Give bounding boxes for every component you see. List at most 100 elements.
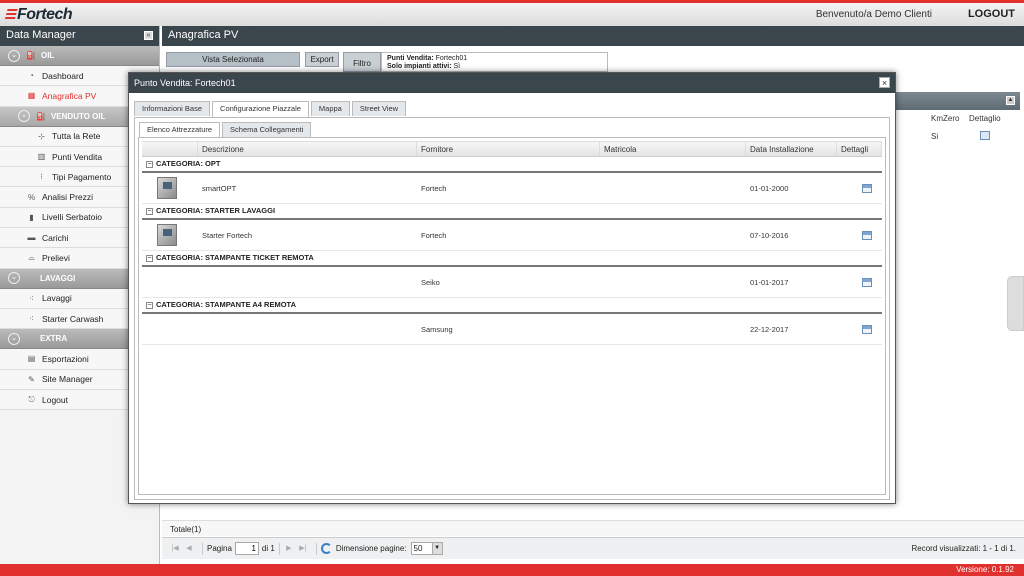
tab-schema-collegamenti[interactable]: Schema Collegamenti [222,122,312,137]
dialog-title: Punto Vendita: Fortech01 × [129,73,895,93]
tab-elenco-attrezzature[interactable]: Elenco Attrezzature [139,122,221,138]
column-header-data-installazione[interactable]: Data Installazione [746,142,837,156]
collapse-group-icon[interactable]: − [146,207,153,215]
expand-icon[interactable]: ▲ [1006,96,1015,105]
group-label: VENDUTO OIL [50,111,106,121]
divider [202,542,203,555]
kmzero-cell: Si [931,132,939,141]
tab-informazioni-base[interactable]: Informazioni Base [134,101,211,116]
building-icon: ▥ [37,152,46,162]
divider [315,542,317,555]
next-page-icon[interactable]: ▶ [284,544,294,554]
collapse-group-icon[interactable]: − [146,160,153,168]
dettagli-cell [837,183,882,193]
page-number-input[interactable] [234,542,259,555]
punto-vendita-dialog: Punto Vendita: Fortech01 × Informazioni … [128,72,896,504]
column-header-descrizione[interactable]: Descrizione [198,142,417,156]
export-icon: ▤ [27,354,36,364]
column-header-fornitore[interactable]: Fornitore [417,142,600,156]
group-label: EXTRA [40,334,68,344]
category-group-row[interactable]: − CATEGORIA: STARTER LAVAGGI [142,204,882,220]
table-row[interactable]: Samsung 22-12-2017 [142,314,882,345]
sidebar-item-label: Livelli Serbatoio [42,212,103,223]
sidebar-item-label: Anagrafica PV [42,90,97,101]
fuel-pump-icon: ⛽ [36,111,46,121]
water-drops-icon: ⁖ [29,293,34,303]
tank-icon: ▮ [29,212,34,222]
equipment-image [142,177,198,199]
detail-calendar-icon[interactable] [980,131,990,140]
sidebar-title: Data Manager « [0,26,159,46]
column-header-dettaglio[interactable]: Dettaglio [969,114,1001,123]
data-installazione-cell: 01-01-2017 [750,277,789,287]
table-row[interactable]: smartOPT Fortech 01-01-2000 [142,173,882,204]
fortech-logo: Fortech [4,6,73,24]
sidebar-item-label: Tipi Pagamento [52,171,112,182]
data-installazione-cell: 07-10-2016 [750,230,789,240]
pagina-label: Pagina [207,544,232,553]
filter-pv-value: Fortech01 [435,55,468,62]
records-info: Record visualizzati: 1 - 1 di 1. [911,544,1017,553]
dettagli-cell [837,230,882,240]
tab-street-view[interactable]: Street View [351,101,407,116]
logout-icon: ⎋ [28,394,35,404]
sidebar-item-label: Site Manager [42,374,93,385]
category-group-row[interactable]: − CATEGORIA: OPT [142,157,882,173]
sub-tab-panel: Descrizione Fornitore Matricola Data Ins… [138,137,886,495]
dialog-title-text: Punto Vendita: Fortech01 [134,78,236,88]
sidebar-item-label: Prelievi [42,253,70,264]
sidebar-item-label: Analisi Prezzi [42,192,94,203]
column-header-dettagli[interactable]: Dettagli [837,142,882,156]
network-icon: ⊹ [38,131,45,141]
starter-device-icon [157,224,177,246]
collapse-group-icon[interactable]: − [146,254,153,262]
category-label: CATEGORIA: STAMPANTE A4 REMOTA [156,300,296,309]
filtro-button[interactable]: Filtro [343,52,381,72]
percent-icon: % [27,192,36,202]
column-header-matricola[interactable]: Matricola [600,142,746,156]
collapse-group-icon[interactable]: − [146,301,153,309]
category-group-row[interactable]: − CATEGORIA: STAMPANTE TICKET REMOTA [142,251,882,267]
dettagli-cell [837,277,882,287]
calendar-icon[interactable] [862,183,872,193]
descrizione-cell: Starter Fortech [202,230,253,240]
sidebar-group-oil[interactable]: ⌄ ⛽ OIL [0,46,159,66]
table-row[interactable]: Starter Fortech Fortech 07-10-2016 [142,220,882,251]
calendar-icon[interactable] [862,277,872,287]
fornitore-cell: Seiko [421,277,440,287]
descrizione-cell: smartOPT [202,183,237,193]
table-row[interactable]: Seiko 01-01-2017 [142,267,882,298]
close-icon[interactable]: × [879,77,890,88]
water-drops-icon: ⁖ [29,314,34,324]
collapse-sidebar-icon[interactable]: « [144,31,153,40]
dettagli-cell [837,324,882,334]
first-page-icon[interactable]: |◀ [170,544,180,554]
side-handle[interactable] [1007,276,1024,331]
refresh-icon[interactable] [320,543,332,554]
grid-icon: ▦ [27,91,36,101]
dialog-tabs: Informazioni Base Configurazione Piazzal… [134,101,408,117]
last-page-icon[interactable]: ▶| [298,544,308,554]
gauge-icon: ◔ [29,71,34,81]
calendar-icon[interactable] [862,324,872,334]
column-header-kmzero[interactable]: KmZero [931,114,959,123]
export-button[interactable]: Export [305,52,339,67]
category-label: CATEGORIA: STAMPANTE TICKET REMOTA [156,253,314,262]
fuel-pump-icon: ⛽ [26,51,36,60]
fornitore-cell: Fortech [421,183,447,193]
filter-summary: Punti Vendita: Fortech01 Solo impianti a… [381,52,608,72]
calendar-icon[interactable] [862,230,872,240]
logout-link[interactable]: LOGOUT [968,8,1015,20]
tab-panel: Elenco Attrezzature Schema Collegamenti … [134,117,890,500]
version-bar: Versione: 0.1.92 [0,564,1024,576]
filter-pv-label: Punti Vendita: [387,55,434,62]
fornitore-cell: Samsung [421,324,453,334]
tab-mappa[interactable]: Mappa [310,101,350,116]
vista-selezionata-button[interactable]: Vista Selezionata [166,52,300,67]
prev-page-icon[interactable]: ◀ [184,544,194,554]
tab-configurazione-piazzale[interactable]: Configurazione Piazzale [212,101,309,117]
category-group-row[interactable]: − CATEGORIA: STAMPANTE A4 REMOTA [142,298,882,314]
sidebar-item-label: Tutta la Rete [52,131,101,142]
pager: |◀ ◀ Pagina di 1 ▶ ▶| Dimensione pagine:… [162,537,1024,559]
page-size-select[interactable]: 50 ▼ [410,542,443,555]
